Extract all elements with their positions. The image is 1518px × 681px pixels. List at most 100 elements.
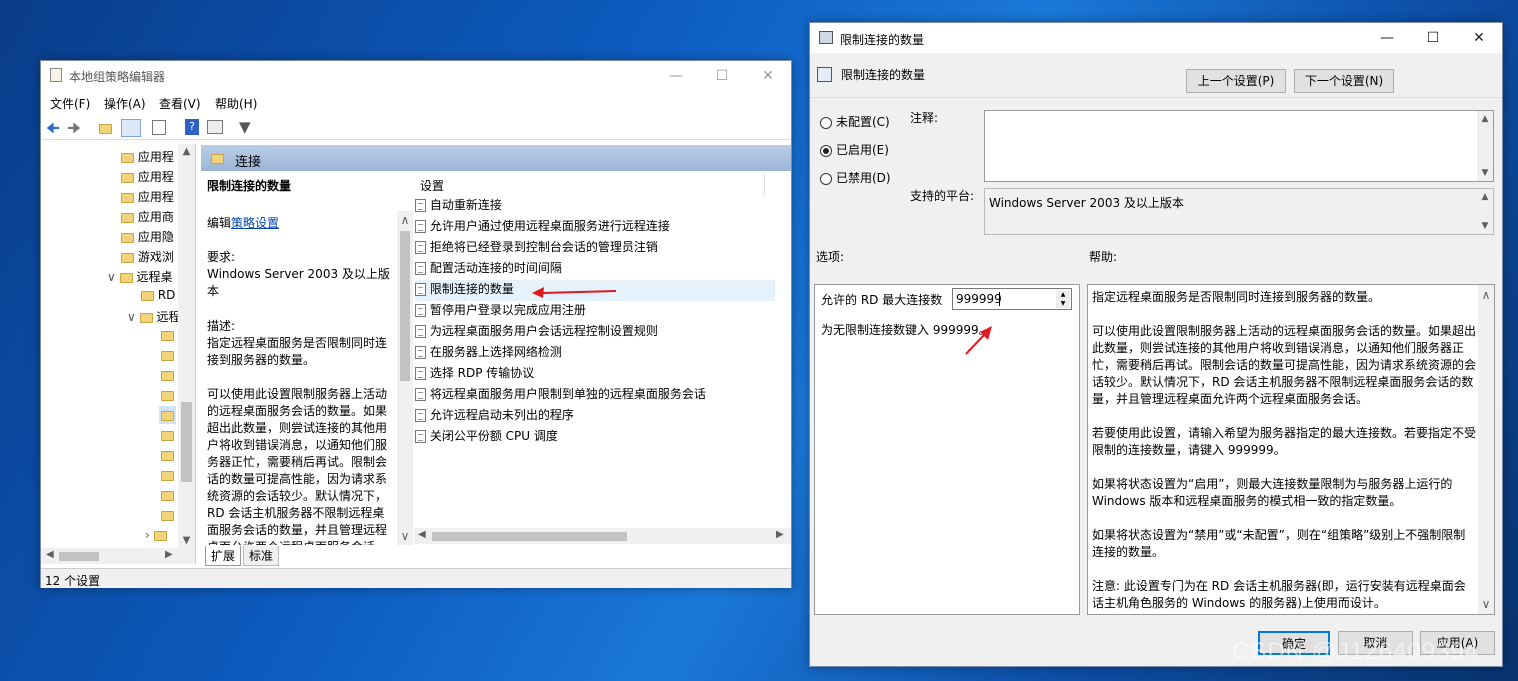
setting-row[interactable]: 关闭公平份额 CPU 调度 bbox=[415, 427, 775, 448]
menu-action[interactable]: 操作(A) bbox=[104, 95, 146, 112]
chevron-down-icon[interactable]: ∨ bbox=[107, 270, 116, 284]
setting-row[interactable]: 允许用户通过使用远程桌面服务进行远程连接 bbox=[415, 217, 775, 238]
maximize-button[interactable]: ☐ bbox=[699, 61, 745, 91]
radio-circle-checked[interactable] bbox=[820, 144, 832, 157]
tab-standard[interactable]: 标准 bbox=[243, 546, 280, 566]
policy-icon bbox=[415, 409, 426, 422]
list-header[interactable]: 设置 bbox=[420, 177, 444, 194]
policy-name: 限制连接的数量 bbox=[841, 68, 926, 82]
tab-extended[interactable]: 扩展 bbox=[205, 546, 242, 566]
tree-folder[interactable] bbox=[161, 488, 174, 502]
back-icon[interactable]: 🠈 bbox=[46, 118, 60, 143]
spin-down-button[interactable]: ▼ bbox=[1056, 299, 1070, 308]
radio-disabled[interactable]: 已禁用(D) bbox=[820, 169, 891, 186]
title-bar: 本地组策略编辑器 — ☐ ✕ bbox=[41, 61, 791, 91]
up-folder-icon[interactable] bbox=[99, 121, 112, 135]
max-connections-label: 允许的 RD 最大连接数 bbox=[821, 293, 943, 307]
properties-icon[interactable] bbox=[207, 120, 223, 134]
tree-folder[interactable] bbox=[161, 428, 174, 442]
policy-icon bbox=[415, 346, 426, 359]
tree-item[interactable]: 游戏浏 bbox=[121, 248, 174, 265]
tree-folder[interactable]: › bbox=[145, 528, 167, 542]
app-icon bbox=[50, 68, 62, 82]
setting-row[interactable]: 拒绝将已经登录到控制台会话的管理员注销 bbox=[415, 238, 775, 259]
list-horizontal-scrollbar[interactable]: ◀ ▶ bbox=[414, 528, 791, 544]
tree-item[interactable]: 应用程 bbox=[121, 188, 174, 205]
help-icon[interactable]: ? bbox=[185, 119, 199, 135]
menu-file[interactable]: 文件(F) bbox=[50, 95, 90, 112]
tree-item[interactable]: 应用程 bbox=[121, 148, 174, 165]
tree-item[interactable]: 应用隐 bbox=[121, 228, 174, 245]
setting-row[interactable]: 自动重新连接 bbox=[415, 196, 775, 217]
tree-item[interactable]: ∨ 远程 bbox=[127, 308, 180, 325]
policy-icon bbox=[415, 388, 426, 401]
show-tree-icon[interactable] bbox=[121, 119, 141, 137]
policy-icon bbox=[415, 430, 426, 443]
tree-folder[interactable] bbox=[161, 328, 174, 342]
policy-icon bbox=[415, 304, 426, 317]
policy-icon bbox=[415, 241, 426, 254]
policy-icon bbox=[415, 283, 426, 296]
tree-pane: 应用程 应用程 应用程 应用商 应用隐 游戏浏 ∨ 远程桌 RD ∨ 远程 › … bbox=[41, 144, 196, 564]
desc-scrollbar[interactable]: ∧ ∨ bbox=[397, 211, 413, 545]
minimize-button[interactable]: — bbox=[653, 61, 699, 91]
edit-prefix: 编辑 bbox=[207, 216, 232, 230]
radio-circle[interactable] bbox=[820, 172, 832, 185]
policy-icon bbox=[415, 262, 426, 275]
dialog-maximize-button[interactable]: ☐ bbox=[1410, 23, 1456, 53]
help-pane: 指定远程桌面服务是否限制同时连接到服务器的数量。 可以使用此设置限制服务器上活动… bbox=[1087, 284, 1495, 615]
tree-item[interactable]: ∨ 远程桌 bbox=[107, 268, 172, 285]
policy-icon bbox=[415, 199, 426, 212]
edit-policy-line: 编辑策略设置 bbox=[207, 215, 279, 232]
filter-icon[interactable]: ▼ bbox=[239, 118, 251, 136]
setting-row[interactable]: 选择 RDP 传输协议 bbox=[415, 364, 775, 385]
comment-textarea[interactable]: ▲ ▼ bbox=[984, 110, 1494, 182]
policy-icon bbox=[415, 325, 426, 338]
radio-not-configured[interactable]: 未配置(C) bbox=[820, 113, 890, 130]
setting-row[interactable]: 为远程桌面服务用户会话远程控制设置规则 bbox=[415, 322, 775, 343]
max-connections-spinbox[interactable]: 999999 ▲ ▼ bbox=[952, 288, 1072, 310]
radio-enabled[interactable]: 已启用(E) bbox=[820, 141, 889, 158]
tree-folder-selected[interactable] bbox=[159, 406, 176, 424]
forward-icon[interactable]: 🠊 bbox=[67, 118, 81, 143]
policy-icon bbox=[415, 220, 426, 233]
dialog-minimize-button[interactable]: — bbox=[1364, 23, 1410, 53]
setting-row[interactable]: 将远程桌面服务用户限制到单独的远程桌面服务会话 bbox=[415, 385, 775, 406]
window-title: 本地组策略编辑器 bbox=[69, 70, 166, 84]
next-setting-button[interactable]: 下一个设置(N) bbox=[1294, 69, 1394, 93]
tree-item[interactable]: 应用程 bbox=[121, 168, 174, 185]
tree-folder[interactable] bbox=[161, 468, 174, 482]
edit-policy-link[interactable]: 策略设置 bbox=[231, 216, 279, 230]
spin-up-button[interactable]: ▲ bbox=[1056, 290, 1070, 299]
tree-folder[interactable] bbox=[161, 368, 174, 382]
setting-row[interactable]: 允许远程启动未列出的程序 bbox=[415, 406, 775, 427]
setting-row[interactable]: 暂停用户登录以完成应用注册 bbox=[415, 301, 775, 322]
dialog-close-button[interactable]: ✕ bbox=[1456, 23, 1502, 53]
setting-row[interactable]: 配置活动连接的时间间隔 bbox=[415, 259, 775, 280]
max-connections-value[interactable]: 999999 bbox=[956, 292, 1002, 306]
desc-title: 限制连接的数量 bbox=[207, 179, 292, 193]
tree-item[interactable]: 应用商 bbox=[121, 208, 174, 225]
tree-folder[interactable] bbox=[161, 348, 174, 362]
menu-view[interactable]: 查看(V) bbox=[159, 95, 201, 112]
chevron-down-icon[interactable]: ∨ bbox=[127, 310, 136, 324]
help-scrollbar[interactable]: ∧ ∨ bbox=[1478, 285, 1494, 614]
comment-scrollbar[interactable]: ▲ ▼ bbox=[1477, 111, 1493, 181]
status-text: 12 个设置 bbox=[45, 574, 101, 588]
tree-vertical-scrollbar[interactable]: ▲ ▼ bbox=[178, 144, 195, 548]
tree-item[interactable]: RD bbox=[141, 288, 175, 302]
tree-folder[interactable] bbox=[161, 388, 174, 402]
radio-circle[interactable] bbox=[820, 116, 832, 129]
tree-horizontal-scrollbar[interactable]: ◀ ▶ bbox=[41, 548, 195, 564]
prev-setting-button[interactable]: 上一个设置(P) bbox=[1186, 69, 1286, 93]
policy-icon-large bbox=[817, 67, 832, 82]
close-button[interactable]: ✕ bbox=[745, 61, 791, 91]
export-icon[interactable] bbox=[152, 120, 166, 135]
tree-folder[interactable] bbox=[161, 508, 174, 522]
platform-value: Windows Server 2003 及以上版本 bbox=[989, 196, 1184, 210]
description-pane: 限制连接的数量 编辑策略设置 要求: Windows Server 2003 及… bbox=[201, 173, 397, 545]
tree-folder[interactable] bbox=[161, 448, 174, 462]
options-pane: 允许的 RD 最大连接数 999999 ▲ ▼ 为无限制连接数键入 999999… bbox=[814, 284, 1080, 615]
setting-row[interactable]: 在服务器上选择网络检测 bbox=[415, 343, 775, 364]
menu-help[interactable]: 帮助(H) bbox=[215, 95, 257, 112]
